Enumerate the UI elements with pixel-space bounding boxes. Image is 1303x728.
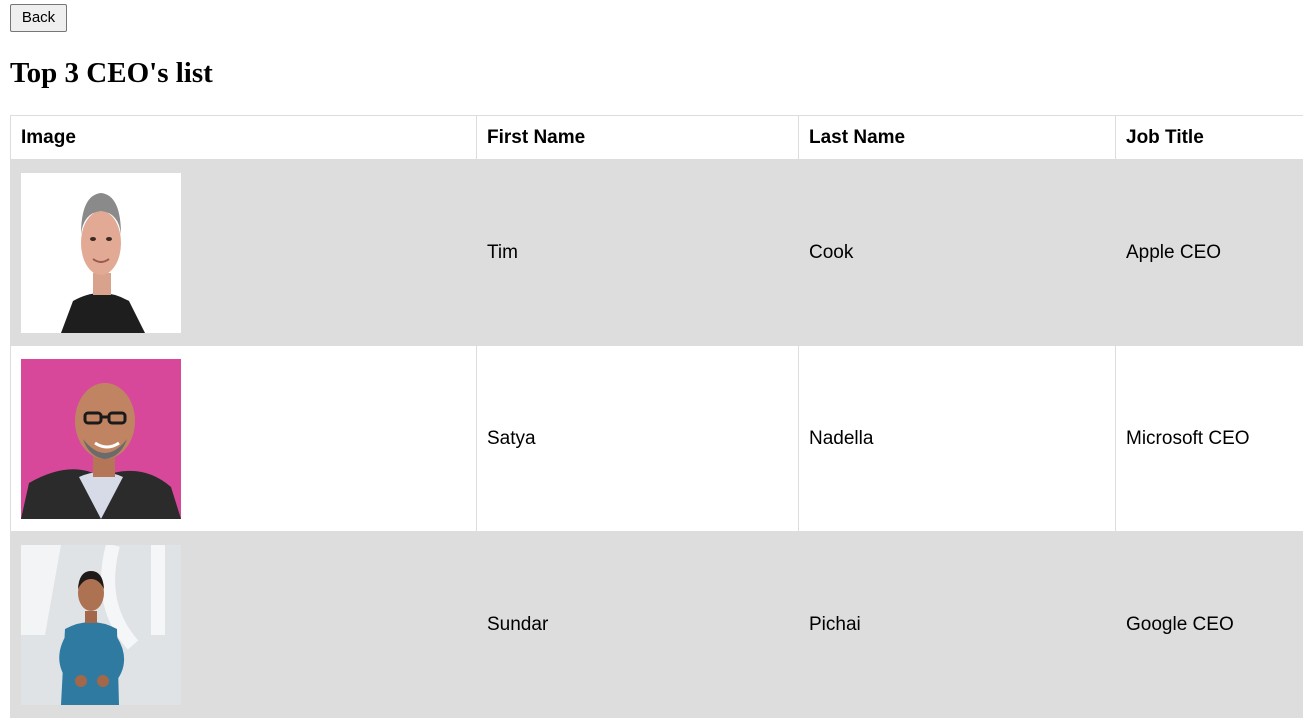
job-title-cell: Google CEO — [1115, 531, 1303, 718]
last-name-cell: Cook — [798, 159, 1116, 346]
header-last-name: Last Name — [798, 115, 1116, 160]
job-title-cell: Microsoft CEO — [1115, 345, 1303, 532]
ceo-photo — [21, 172, 181, 333]
table-row: Sundar Pichai Google CEO — [10, 531, 1303, 718]
last-name-cell: Nadella — [798, 345, 1116, 532]
ceo-photo — [21, 544, 181, 705]
table-row: Tim Cook Apple CEO — [10, 159, 1303, 346]
image-cell — [10, 531, 477, 718]
first-name-cell: Satya — [476, 345, 799, 532]
job-title-cell: Apple CEO — [1115, 159, 1303, 346]
ceo-photo — [21, 358, 181, 519]
ceo-table: Image First Name Last Name Job Title Tim… — [10, 115, 1303, 718]
table-header-row: Image First Name Last Name Job Title — [10, 115, 1303, 160]
first-name-cell: Tim — [476, 159, 799, 346]
image-cell — [10, 159, 477, 346]
image-cell — [10, 345, 477, 532]
header-first-name: First Name — [476, 115, 799, 160]
header-job-title: Job Title — [1115, 115, 1303, 160]
back-button[interactable]: Back — [10, 4, 67, 32]
first-name-cell: Sundar — [476, 531, 799, 718]
last-name-cell: Pichai — [798, 531, 1116, 718]
page-title: Top 3 CEO's list — [10, 57, 213, 89]
header-image: Image — [10, 115, 477, 160]
table-row: Satya Nadella Microsoft CEO — [10, 345, 1303, 532]
